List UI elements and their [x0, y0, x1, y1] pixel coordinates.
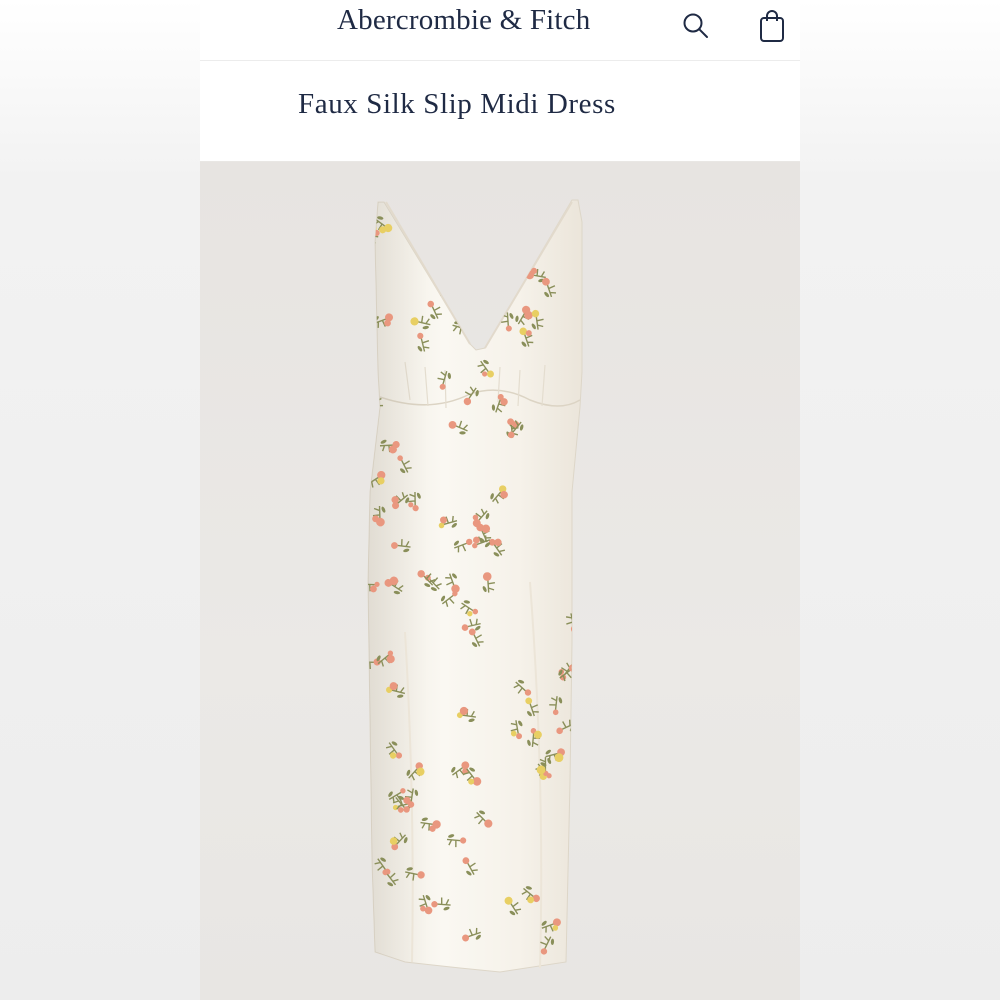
product-title: Faux Silk Slip Midi Dress [298, 88, 616, 120]
product-title-bar: Faux Silk Slip Midi Dress [200, 61, 800, 161]
brand-logo[interactable]: Abercrombie & Fitch [337, 4, 590, 37]
top-nav-bar: Abercrombie & Fitch [200, 0, 800, 61]
product-image[interactable] [200, 162, 800, 1000]
product-page-panel: Abercrombie & Fitch Faux Silk Slip Midi … [200, 0, 800, 1000]
shopping-bag-button[interactable] [752, 6, 792, 46]
search-button[interactable] [676, 6, 716, 46]
search-icon [683, 13, 708, 38]
dress-image [367, 199, 583, 973]
shopping-bag-icon [760, 10, 784, 42]
